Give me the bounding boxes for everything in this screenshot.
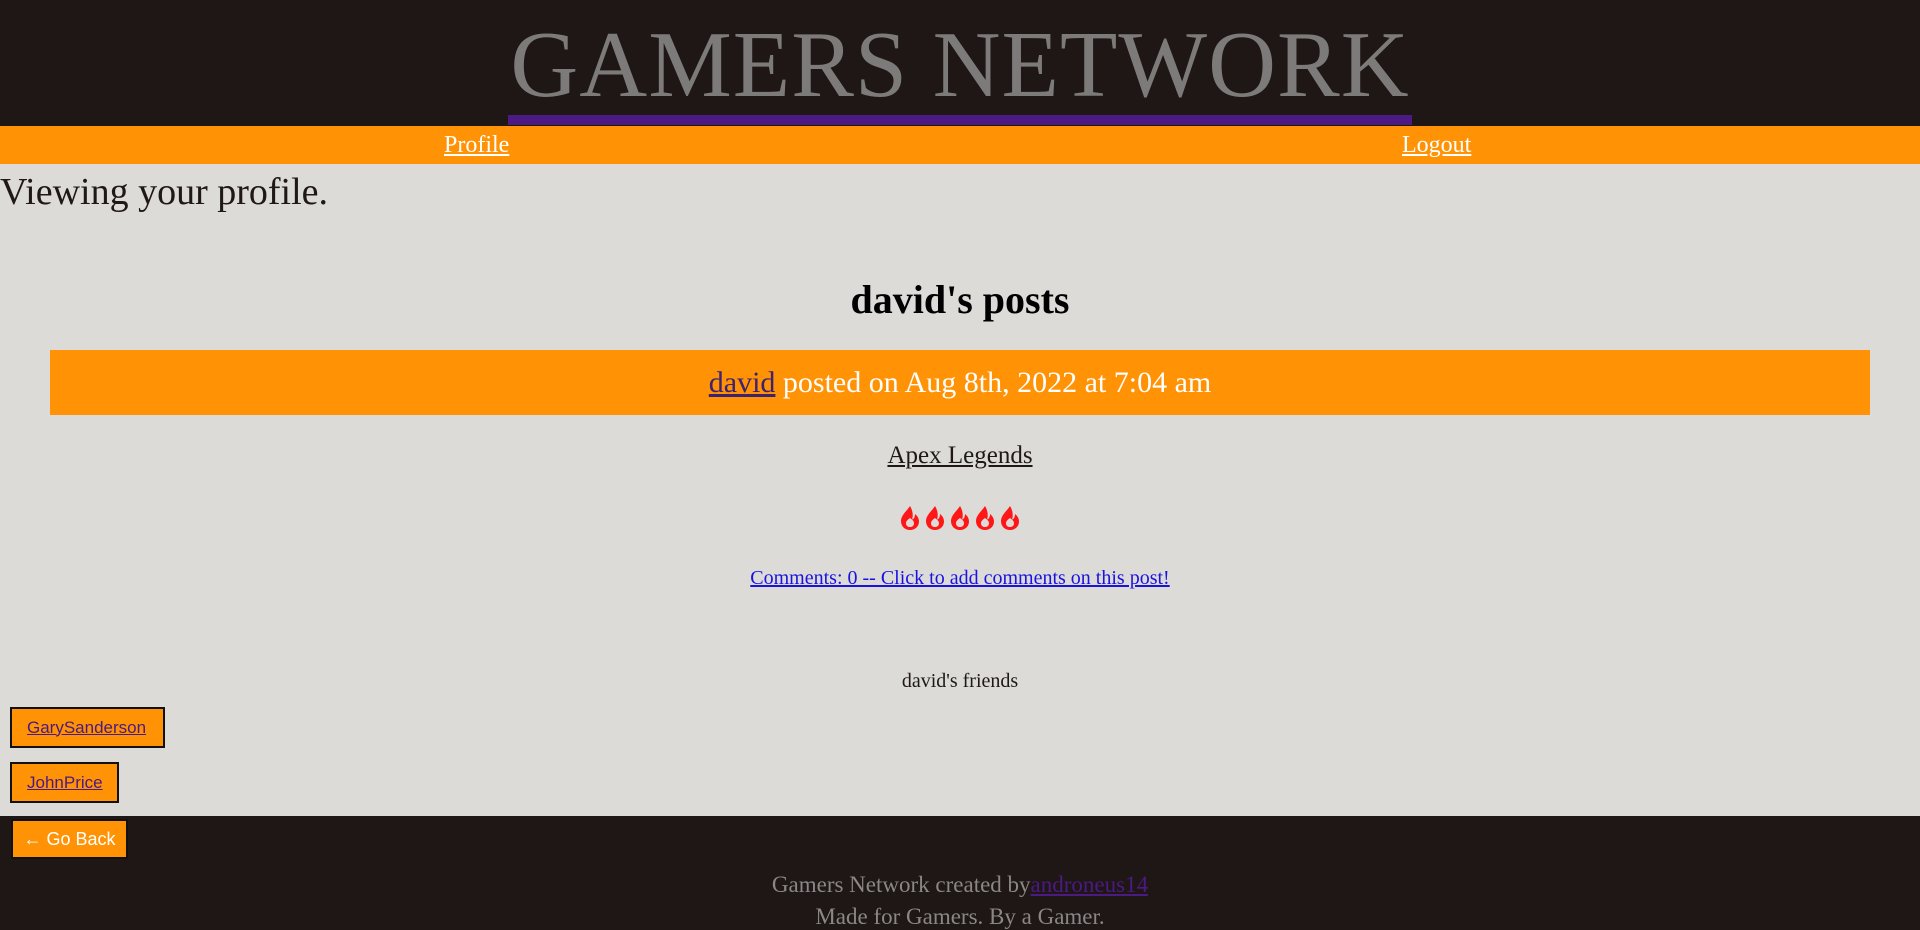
comments-link[interactable]: Comments: 0 -- Click to add comments on … <box>750 567 1169 589</box>
comments-section: Comments: 0 -- Click to add comments on … <box>0 567 1920 590</box>
friend-link-johnprice[interactable]: JohnPrice <box>27 773 103 793</box>
site-title-link[interactable]: GAMERS NETWORK <box>508 15 1412 125</box>
site-header: GAMERS NETWORK <box>0 0 1920 126</box>
nav-profile-link[interactable]: Profile <box>444 132 509 159</box>
nav-logout-link[interactable]: Logout <box>1402 132 1471 159</box>
post-header: david posted on Aug 8th, 2022 at 7:04 am <box>50 350 1870 415</box>
flame-icon <box>976 506 994 530</box>
post-game-link[interactable]: Apex Legends <box>887 442 1032 469</box>
post-author-link[interactable]: david <box>709 366 776 400</box>
footer-credit-text: Gamers Network created by <box>771 872 1031 897</box>
post-game: Apex Legends <box>0 442 1920 470</box>
friend-item[interactable]: JohnPrice <box>10 762 119 803</box>
nav-bar: Profile Logout <box>0 126 1920 164</box>
friend-item[interactable]: GarySanderson <box>10 707 165 748</box>
posts-heading: david's posts <box>850 277 1070 322</box>
post-rating <box>0 505 1920 531</box>
friends-heading: david's friends <box>901 670 1019 692</box>
site-footer: ← Go Back Gamers Network created byandro… <box>0 816 1920 930</box>
viewing-profile-text: Viewing your profile. <box>0 171 329 213</box>
post-meta: posted on Aug 8th, 2022 at 7:04 am <box>775 365 1212 399</box>
footer-tagline: Made for Gamers. By a Gamer. <box>815 904 1105 929</box>
friend-link-garysanderson[interactable]: GarySanderson <box>27 718 146 738</box>
flame-icon <box>951 506 969 530</box>
flame-icon <box>1001 506 1019 530</box>
footer-author-link[interactable]: androneus14 <box>1031 872 1149 897</box>
flame-icon <box>926 506 944 530</box>
flame-icon <box>901 506 919 530</box>
go-back-button[interactable]: ← Go Back <box>11 819 128 859</box>
footer-credit: Gamers Network created byandroneus14 <box>0 872 1920 898</box>
